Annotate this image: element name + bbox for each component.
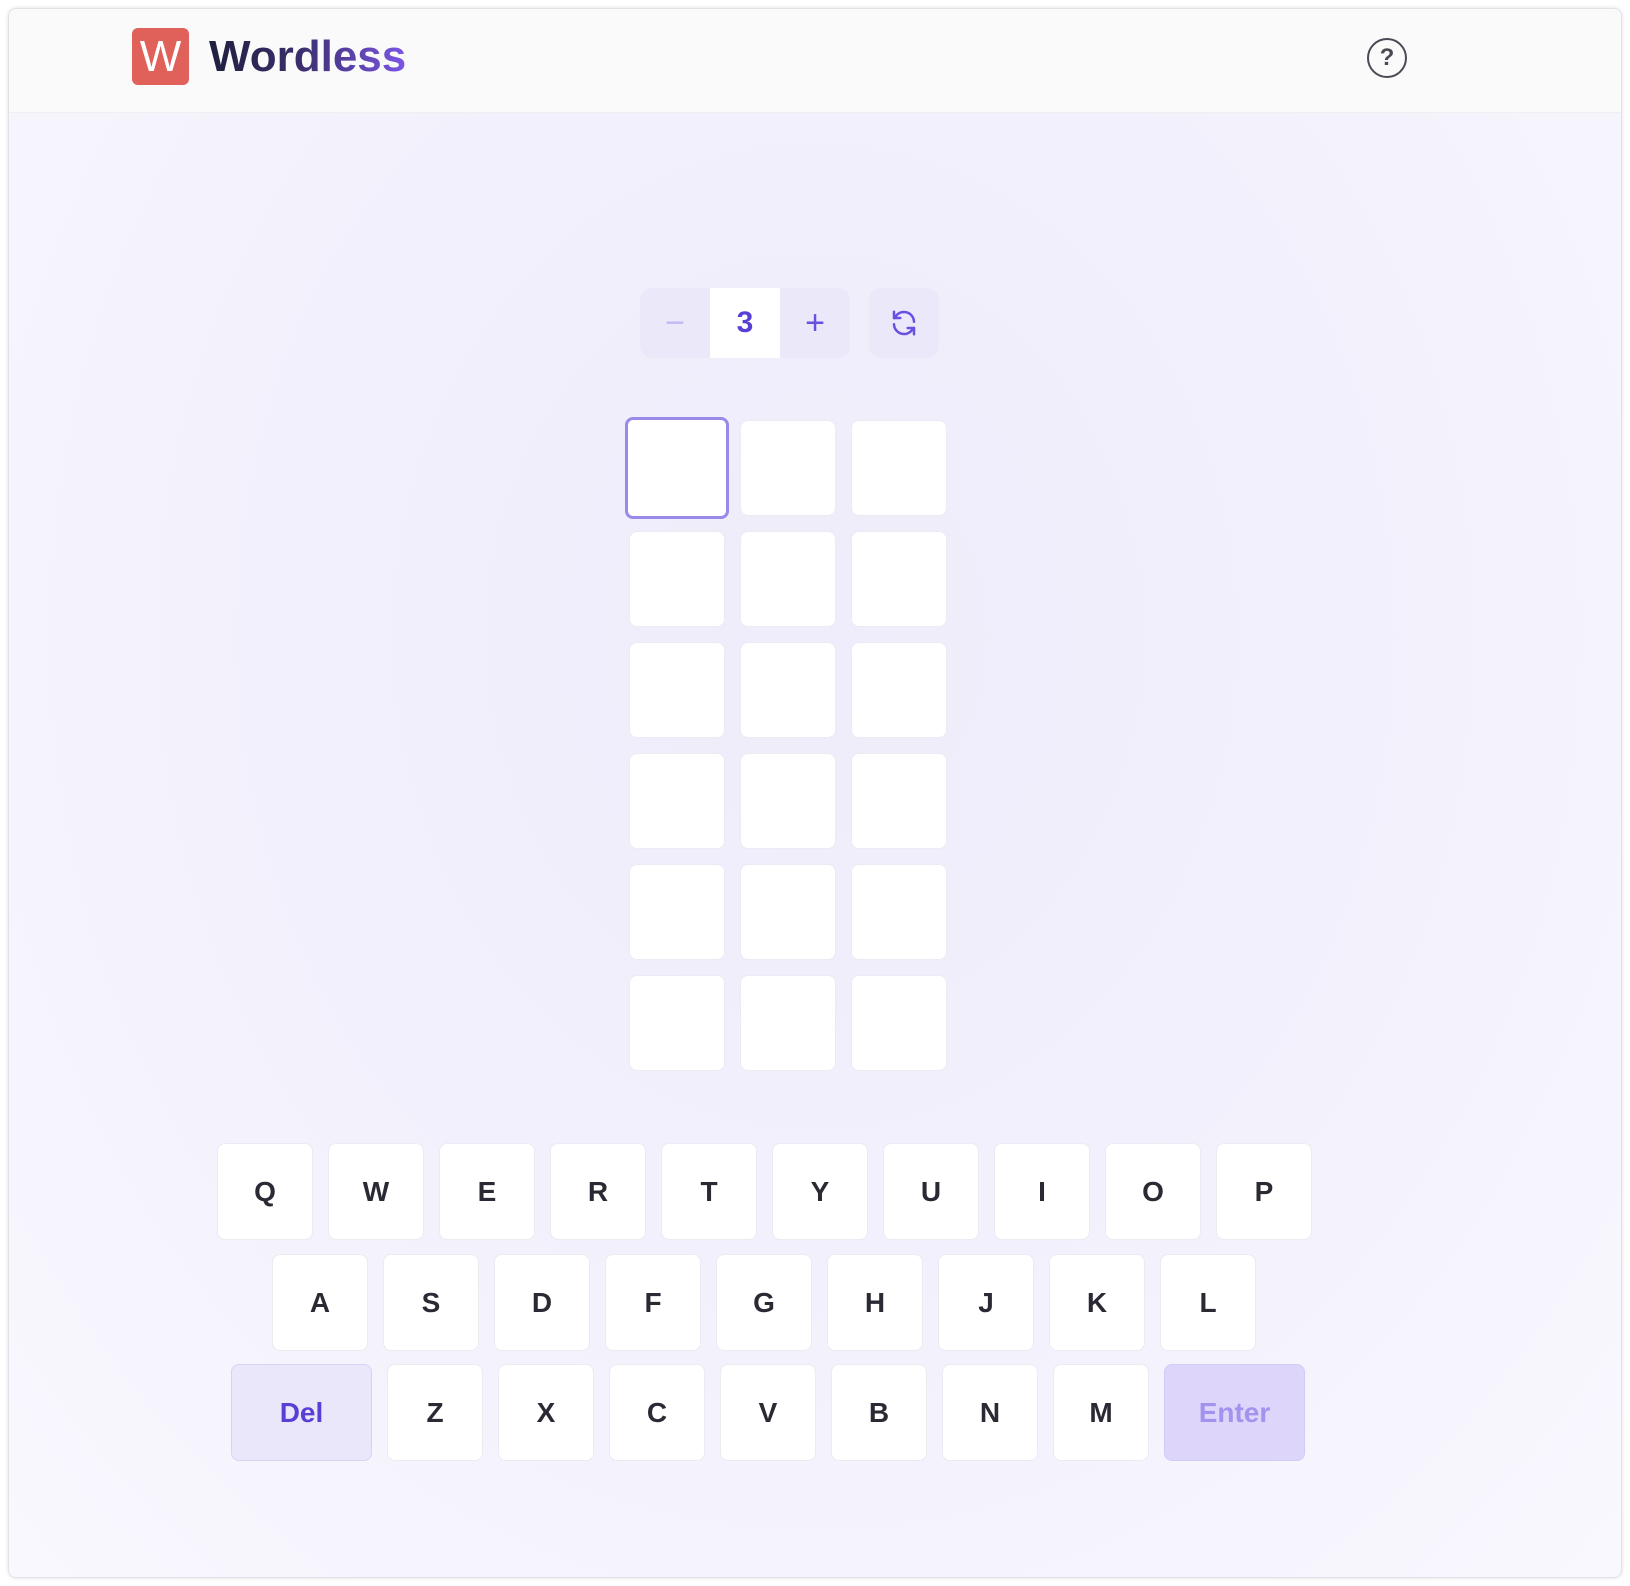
- grid-tile: [629, 753, 725, 849]
- grid-tile: [851, 975, 947, 1071]
- key-c[interactable]: C: [609, 1364, 705, 1461]
- grid-tile: [851, 420, 947, 516]
- key-e[interactable]: E: [439, 1143, 535, 1240]
- key-z[interactable]: Z: [387, 1364, 483, 1461]
- app-title: Wordless: [209, 32, 407, 81]
- grid-tile: [625, 417, 729, 519]
- key-n[interactable]: N: [942, 1364, 1038, 1461]
- word-length-value: 3: [710, 288, 780, 358]
- grid-tile: [740, 531, 836, 627]
- word-length-stepper: − 3 +: [640, 288, 850, 358]
- letter-grid: [625, 417, 947, 1071]
- key-b[interactable]: B: [831, 1364, 927, 1461]
- key-y[interactable]: Y: [772, 1143, 868, 1240]
- key-p[interactable]: P: [1216, 1143, 1312, 1240]
- grid-tile: [629, 864, 725, 960]
- key-h[interactable]: H: [827, 1254, 923, 1351]
- grid-tile: [629, 975, 725, 1071]
- key-v[interactable]: V: [720, 1364, 816, 1461]
- key-s[interactable]: S: [383, 1254, 479, 1351]
- grid-tile: [629, 642, 725, 738]
- keyboard-row-3: Del Z X C V B N M Enter: [231, 1364, 1305, 1461]
- key-d[interactable]: D: [494, 1254, 590, 1351]
- grid-tile: [740, 975, 836, 1071]
- key-x[interactable]: X: [498, 1364, 594, 1461]
- key-u[interactable]: U: [883, 1143, 979, 1240]
- key-a[interactable]: A: [272, 1254, 368, 1351]
- key-k[interactable]: K: [1049, 1254, 1145, 1351]
- grid-tile: [629, 531, 725, 627]
- increment-button[interactable]: +: [780, 288, 850, 358]
- grid-tile: [851, 531, 947, 627]
- key-l[interactable]: L: [1160, 1254, 1256, 1351]
- key-o[interactable]: O: [1105, 1143, 1201, 1240]
- keyboard-row-1: QWERTYUIOP: [217, 1143, 1312, 1240]
- grid-tile: [851, 864, 947, 960]
- keyboard-row-2: ASDFGHJKL: [272, 1254, 1256, 1351]
- grid-tile: [851, 642, 947, 738]
- grid-tile: [740, 864, 836, 960]
- key-f[interactable]: F: [605, 1254, 701, 1351]
- key-j[interactable]: J: [938, 1254, 1034, 1351]
- key-w[interactable]: W: [328, 1143, 424, 1240]
- grid-tile: [740, 420, 836, 516]
- grid-tile: [740, 642, 836, 738]
- key-r[interactable]: R: [550, 1143, 646, 1240]
- delete-key[interactable]: Del: [231, 1364, 372, 1461]
- header: W Wordless ?: [9, 9, 1621, 113]
- logo-icon: W: [132, 28, 189, 85]
- key-g[interactable]: G: [716, 1254, 812, 1351]
- grid-tile: [851, 753, 947, 849]
- enter-key[interactable]: Enter: [1164, 1364, 1305, 1461]
- key-m[interactable]: M: [1053, 1364, 1149, 1461]
- refresh-icon: [892, 310, 916, 336]
- key-i[interactable]: I: [994, 1143, 1090, 1240]
- key-q[interactable]: Q: [217, 1143, 313, 1240]
- new-game-button[interactable]: [869, 288, 939, 358]
- help-button[interactable]: ?: [1367, 38, 1407, 78]
- key-t[interactable]: T: [661, 1143, 757, 1240]
- grid-tile: [740, 753, 836, 849]
- decrement-button[interactable]: −: [640, 288, 710, 358]
- app-window: W Wordless ? − 3 + QWERTYUIOP ASDFGHJKL …: [8, 8, 1622, 1578]
